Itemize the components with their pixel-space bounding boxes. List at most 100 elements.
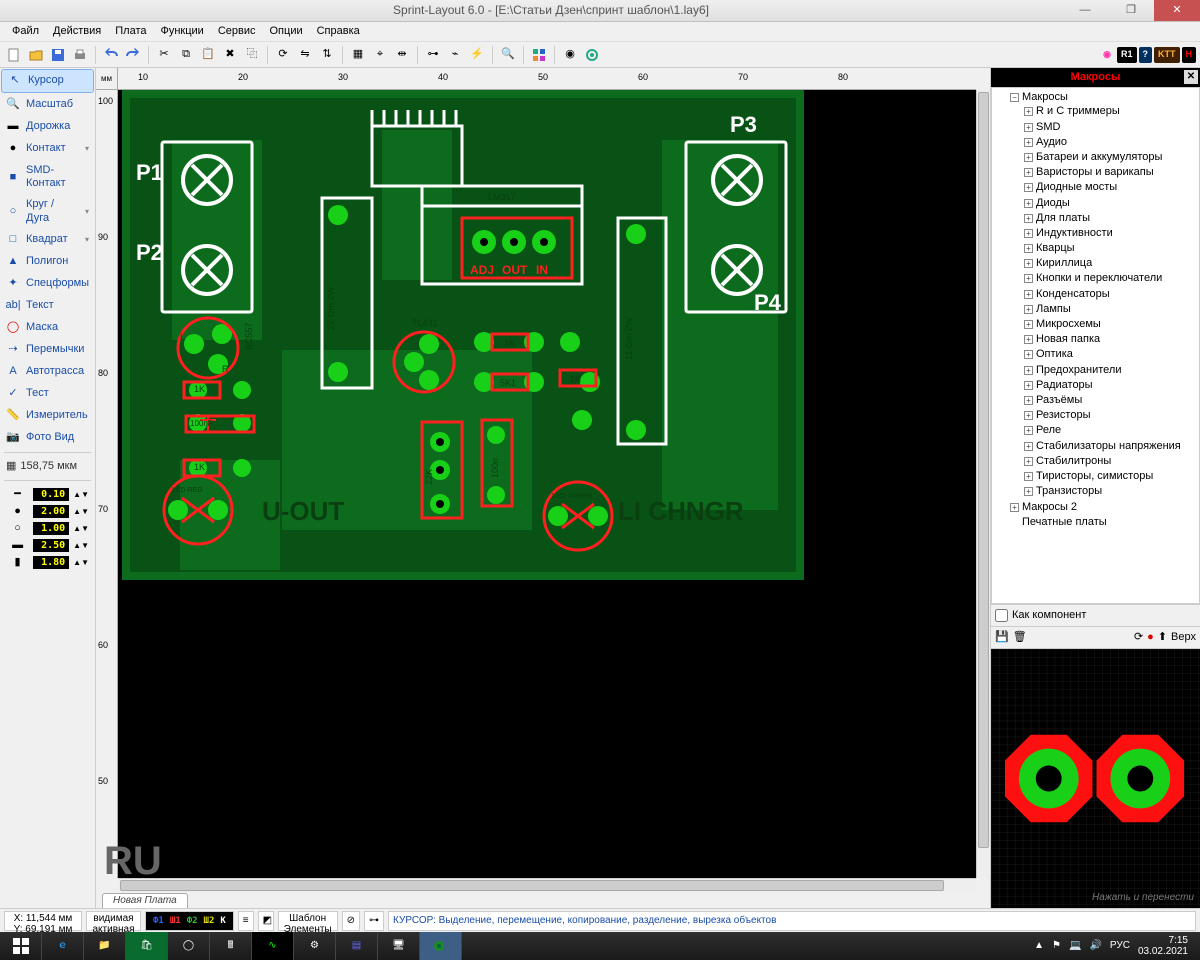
as-component-checkbox[interactable] [995, 609, 1008, 622]
tree-item[interactable]: Стабилизаторы напряжения [1036, 440, 1181, 452]
tree-item[interactable]: Печатные платы [1022, 516, 1107, 528]
transparent-icon[interactable]: ◉ [560, 45, 580, 65]
tree-item[interactable]: Разъёмы [1036, 394, 1082, 406]
tree-item[interactable]: Макросы 2 [1022, 501, 1077, 513]
param-val[interactable]: 2.50 [33, 539, 69, 552]
side-top-icon[interactable]: ⬆ [1158, 631, 1167, 644]
scrollbar-horizontal[interactable] [118, 878, 976, 892]
param-val[interactable]: 1.80 [33, 556, 69, 569]
task-sprint-icon[interactable] [420, 932, 462, 960]
zoom-icon[interactable]: 🔍 [498, 45, 518, 65]
mirror-h-icon[interactable]: ⇋ [295, 45, 315, 65]
tray-vol-icon[interactable]: 🔊 [1089, 940, 1101, 952]
param-val[interactable]: 2.00 [33, 505, 69, 518]
menu-help[interactable]: Справка [311, 23, 366, 40]
test-icon[interactable]: ⚡ [467, 45, 487, 65]
tool-track[interactable]: ▬Дорожка [0, 116, 95, 138]
template-label[interactable]: Шаблон [289, 914, 326, 924]
ktt-badge[interactable]: KTT [1154, 47, 1180, 63]
tray-clock[interactable]: 7:15 03.02.2021 [1138, 935, 1192, 957]
menu-actions[interactable]: Действия [47, 23, 107, 40]
tool-square[interactable]: □Квадрат▾ [0, 229, 95, 251]
task-explorer-icon[interactable]: 📁 [84, 932, 126, 960]
record-macro-icon[interactable]: ● [1147, 631, 1154, 644]
link-icon[interactable]: ⊶ [364, 911, 384, 931]
spin-icon[interactable]: ▲▼ [73, 490, 89, 500]
window-minimize[interactable]: — [1062, 0, 1108, 21]
tree-item[interactable]: Новая папка [1036, 333, 1100, 345]
start-button[interactable] [0, 932, 42, 960]
layer-selector[interactable]: Ф1Ш1Ф2Ш2К [145, 911, 234, 931]
macros-tree[interactable]: −Макросы +R и C триммеры+SMD+Аудио+Батар… [991, 87, 1200, 603]
task-chrome-icon[interactable]: ◯ [168, 932, 210, 960]
task-store-icon[interactable]: 🛍 [126, 932, 168, 960]
tool-smd[interactable]: ■SMD-Контакт [0, 160, 95, 194]
align-icon[interactable]: ▦ [348, 45, 368, 65]
paste-icon[interactable]: 📋 [198, 45, 218, 65]
pcb-board[interactable]: P1 P2 P3 P4 U-OUT LI CHNGR ADJ OUT IN [122, 90, 804, 580]
rotate-icon[interactable]: ⟳ [273, 45, 293, 65]
tree-item[interactable]: Транзисторы [1036, 485, 1102, 497]
tree-root[interactable]: Макросы [1022, 91, 1068, 103]
tool-special[interactable]: ✦Спецформы▾ [0, 273, 95, 295]
menu-options[interactable]: Опции [264, 23, 309, 40]
menu-functions[interactable]: Функции [154, 23, 209, 40]
grid-info[interactable]: ▦ 158,75 мкм [0, 456, 95, 477]
tool-mask[interactable]: ◯Маска [0, 317, 95, 339]
task-app1-icon[interactable]: ⚙ [294, 932, 336, 960]
delete-icon[interactable]: ✖ [220, 45, 240, 65]
tree-item[interactable]: Микросхемы [1036, 318, 1101, 330]
cut-icon[interactable]: ✂ [154, 45, 174, 65]
h-badge[interactable]: H [1182, 47, 1197, 63]
tree-item[interactable]: Аудио [1036, 136, 1067, 148]
tool-measure[interactable]: 📏Измеритель [0, 405, 95, 427]
task-ie-icon[interactable]: ｅ [42, 932, 84, 960]
tree-item[interactable]: R и C триммеры [1036, 105, 1120, 117]
tree-item[interactable]: Диоды [1036, 197, 1070, 209]
tree-item[interactable]: Индуктивности [1036, 227, 1113, 239]
tree-item[interactable]: Оптика [1036, 348, 1073, 360]
tool-circle[interactable]: ○Круг / Дуга▾ [0, 194, 95, 228]
board-tab[interactable]: Новая Плата [102, 893, 188, 908]
new-icon[interactable] [4, 45, 24, 65]
info-icon[interactable] [582, 45, 602, 65]
panel-close-icon[interactable]: ✕ [1184, 70, 1198, 84]
undo-icon[interactable] [101, 45, 121, 65]
tree-item[interactable]: Предохранители [1036, 364, 1122, 376]
task-scope-icon[interactable]: ∿ [252, 932, 294, 960]
tree-item[interactable]: Конденсаторы [1036, 288, 1110, 300]
tree-item[interactable]: Реле [1036, 424, 1061, 436]
tree-item[interactable]: Лампы [1036, 303, 1071, 315]
canvas[interactable]: P1 P2 P3 P4 U-OUT LI CHNGR ADJ OUT IN [118, 90, 976, 878]
tool-autoroute[interactable]: AАвтотрасса [0, 361, 95, 383]
mirror-v-icon[interactable]: ⇅ [317, 45, 337, 65]
menu-file[interactable]: Файл [6, 23, 45, 40]
template-toggle-icon[interactable]: ◩ [258, 911, 274, 931]
window-close[interactable]: ✕ [1154, 0, 1200, 21]
help-badge[interactable]: ? [1139, 47, 1153, 63]
open-icon[interactable] [26, 45, 46, 65]
multilayer-icon[interactable]: ≡ [238, 911, 254, 931]
tool-cursor[interactable]: ↖Курсор [1, 69, 94, 93]
menu-service[interactable]: Сервис [212, 23, 262, 40]
tree-item[interactable]: Кнопки и переключатели [1036, 272, 1162, 284]
scrollbar-vertical[interactable] [976, 90, 990, 878]
param-val[interactable]: 1.00 [33, 522, 69, 535]
drc-icon[interactable]: ⊘ [342, 911, 360, 931]
spin-icon[interactable]: ▲▼ [73, 507, 89, 517]
tree-item[interactable]: Кириллица [1036, 257, 1092, 269]
copy-icon[interactable]: ⧉ [176, 45, 196, 65]
spin-icon[interactable]: ▲▼ [73, 524, 89, 534]
spin-icon[interactable]: ▲▼ [73, 558, 89, 568]
tool-jumper[interactable]: ⇢Перемычки [0, 339, 95, 361]
tray-lang[interactable]: РУС [1110, 940, 1130, 952]
tool-text[interactable]: ab|Текст [0, 295, 95, 317]
save-macro-icon[interactable]: 💾 [995, 631, 1009, 644]
duplicate-icon[interactable]: ⿻ [242, 45, 262, 65]
task-calc-icon[interactable]: 🖩 [210, 932, 252, 960]
tree-item[interactable]: Для платы [1036, 212, 1090, 224]
task-app3-icon[interactable]: 🖥 [378, 932, 420, 960]
tree-item[interactable]: SMD [1036, 121, 1060, 133]
remove-links-icon[interactable]: ⇹ [392, 45, 412, 65]
tray-up-icon[interactable]: ▲ [1034, 940, 1044, 952]
